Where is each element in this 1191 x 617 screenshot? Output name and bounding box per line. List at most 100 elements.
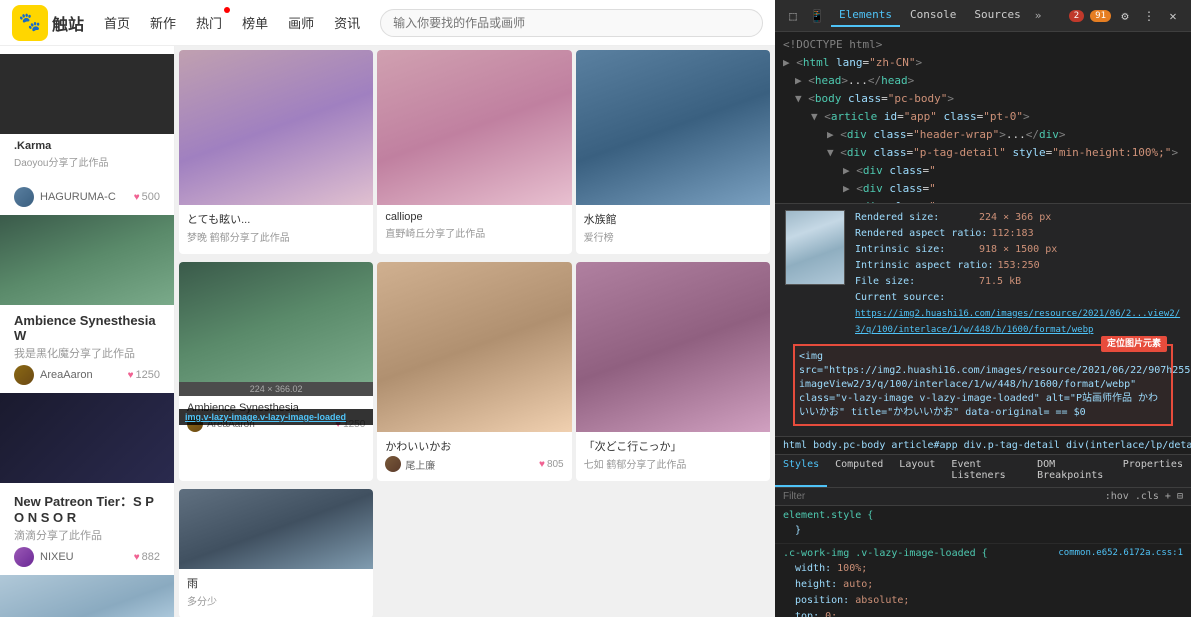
logo-icon: 🐾: [12, 5, 48, 41]
style-rule-height: height: auto;: [783, 577, 1183, 593]
dom-tree[interactable]: <!DOCTYPE html> ▶ <html lang="zh-CN"> ▶ …: [775, 32, 1191, 203]
devtools-body: <!DOCTYPE html> ▶ <html lang="zh-CN"> ▶ …: [775, 32, 1191, 617]
card-next-info: 「次どこ行こっか」 七如 鹤郁分享了此作品: [576, 432, 770, 481]
style-filter: :hov .cls + ⊟: [775, 488, 1191, 506]
card-1-info: とても眩い... 梦晚 鹤郁分享了此作品: [179, 205, 373, 254]
img-meta-intrinsic-ratio: Intrinsic aspect ratio: 153:250: [855, 258, 1181, 274]
dom-line-body[interactable]: ▼ <body class="pc-body">: [775, 90, 1191, 108]
card-2[interactable]: calliope 直野崎丘分享了此作品: [377, 50, 571, 254]
card-3-image: [576, 50, 770, 205]
img-tag-content: <img src="https://img2.huashi16.com/imag…: [799, 351, 1191, 418]
card-1[interactable]: とても眩い... 梦晚 鹤郁分享了此作品: [179, 50, 373, 254]
sidebar-ambience-image[interactable]: [0, 215, 174, 305]
sidebar-ambience-title: Ambience Synesthesia W: [14, 313, 160, 343]
card-kawaii[interactable]: かわいいかお 尾上廉 ♥ 805: [377, 262, 571, 481]
artist-avatar-area: [14, 365, 34, 385]
tab-console[interactable]: Console: [902, 4, 964, 27]
website-panel: 🐾 触站 首页 新作 热门 榜单 画师 资讯 .Karma Daoyou分享了此…: [0, 0, 775, 617]
sidebar-ambience-sub: 我是黑化魔分享了此作品: [14, 345, 160, 361]
img-meta-intrinsic-ratio-val: 153:250: [997, 258, 1039, 274]
nav-new[interactable]: 新作: [148, 9, 178, 36]
style-tab-layout[interactable]: Layout: [891, 455, 943, 487]
devtools-more-btn[interactable]: ⋮: [1139, 6, 1159, 26]
img-meta-intrinsic-ratio-label: Intrinsic aspect ratio:: [855, 258, 993, 274]
artist-name-haguruma: HAGURUMA-C: [40, 191, 116, 203]
style-filter-input[interactable]: [783, 491, 1099, 502]
devtools-device-btn[interactable]: 📱: [807, 6, 827, 26]
sidebar-item-nixeu[interactable]: New Patreon Tier：S P O N S O R 滴滴分享了此作品 …: [0, 483, 174, 575]
filter-pseudo[interactable]: :hov .cls + ⊟: [1105, 491, 1183, 502]
devtools-tabs: Elements Console Sources »: [831, 4, 1065, 27]
card-3-author: 爱行榜: [584, 229, 762, 244]
tab-elements[interactable]: Elements: [831, 4, 900, 27]
img-meta-source-link[interactable]: https://img2.huashi16.com/images/resourc…: [855, 306, 1181, 338]
sidebar-nixeu-image[interactable]: [0, 393, 174, 483]
nav-hot[interactable]: 热门: [194, 9, 224, 36]
dom-line-d1[interactable]: ▶ <div class=": [775, 162, 1191, 180]
style-rule-top: top: 0;: [783, 609, 1183, 617]
card-kawaii-info: かわいいかお 尾上廉 ♥ 805: [377, 432, 571, 478]
img-meta-intrinsic: Intrinsic size: 918 × 1500 px: [855, 242, 1181, 258]
nav-artist[interactable]: 画师: [286, 9, 316, 36]
like-count-nixeu: ♥ 882: [134, 551, 160, 563]
style-block-element: element.style { }: [775, 506, 1191, 544]
img-meta: Rendered size: 224 × 366 px Rendered asp…: [855, 210, 1181, 338]
dom-line-d2[interactable]: ▶ <div class=": [775, 180, 1191, 198]
devtools-inspect-btn[interactable]: ⬚: [783, 6, 803, 26]
style-tab-computed[interactable]: Computed: [827, 455, 891, 487]
style-source-loaded[interactable]: common.e652.6172a.css:1: [1058, 548, 1183, 561]
sidebar-qingxia-image[interactable]: [0, 575, 174, 617]
sidebar-karma-image[interactable]: [0, 54, 174, 134]
devtools-close-btn[interactable]: ✕: [1163, 6, 1183, 26]
sidebar-item-haguruma[interactable]: HAGURUMA-C ♥ 500: [0, 175, 174, 215]
img-preview: [785, 210, 845, 285]
img-meta-source: Current source:: [855, 290, 1181, 306]
devtools-tab-more[interactable]: »: [1031, 5, 1046, 26]
style-tab-styles[interactable]: Styles: [775, 455, 827, 487]
card-2-image: [377, 50, 571, 205]
style-rule-position: position: absolute;: [783, 593, 1183, 609]
nav-news[interactable]: 资讯: [332, 9, 362, 36]
style-tab-dom-bp[interactable]: DOM Breakpoints: [1029, 455, 1115, 487]
card-next[interactable]: 「次どこ行こっか」 七如 鹤郁分享了此作品: [576, 262, 770, 481]
highlight-box: 定位图片元素 <img src="https://img2.huashi16.c…: [793, 344, 1173, 426]
card-3[interactable]: 水族館 爱行榜: [576, 50, 770, 254]
style-tab-props[interactable]: Properties: [1115, 455, 1191, 487]
img-meta-rendered-label: Rendered size:: [855, 210, 975, 226]
card-next-image: [576, 262, 770, 432]
artist-name-nixeu: NIXEU: [40, 551, 74, 563]
logo[interactable]: 🐾 触站: [12, 5, 84, 41]
card-1-image: [179, 50, 373, 205]
dom-line-article[interactable]: ▼ <article id="app" class="pt-0">: [775, 108, 1191, 126]
dom-line-html[interactable]: ▶ <html lang="zh-CN">: [775, 54, 1191, 72]
logo-text: 触站: [52, 11, 84, 35]
main-content: .Karma Daoyou分享了此作品 HAGURUMA-C ♥ 500: [0, 46, 775, 617]
dom-line-doctype[interactable]: <!DOCTYPE html>: [775, 36, 1191, 54]
card-ambience[interactable]: img.v-lazy-image.v-lazy-image-loaded 224…: [179, 262, 373, 481]
style-block-loaded-header: .c-work-img .v-lazy-image-loaded { commo…: [783, 548, 1183, 561]
tab-sources[interactable]: Sources: [966, 4, 1028, 27]
dom-line-header-wrap[interactable]: ▶ <div class="header-wrap">...</div>: [775, 126, 1191, 144]
img-meta-source-label: Current source:: [855, 290, 975, 306]
nav-home[interactable]: 首页: [102, 9, 132, 36]
breadcrumb-bar: html body.pc-body article#app div.p-tag-…: [775, 436, 1191, 455]
sidebar-nixeu-sub: 滴滴分享了此作品: [14, 527, 160, 543]
sidebar-karma-sub: Daoyou分享了此作品: [0, 154, 174, 175]
dom-line-head[interactable]: ▶ <head>...</head>: [775, 72, 1191, 90]
devtools-settings-btn[interactable]: ⚙: [1115, 6, 1135, 26]
sidebar-karma-title: .Karma: [0, 134, 174, 154]
alert-warn: 91: [1090, 10, 1111, 22]
card-rain-image: [179, 489, 373, 569]
sidebar-item-ambience[interactable]: Ambience Synesthesia W 我是黑化魔分享了此作品 AreaA…: [0, 305, 174, 393]
nav-rank[interactable]: 榜单: [240, 9, 270, 36]
card-3-info: 水族館 爱行榜: [576, 205, 770, 254]
card-kawaii-avatar: [385, 456, 401, 472]
search-input[interactable]: [380, 9, 763, 37]
dom-line-ptag[interactable]: ▼ <div class="p-tag-detail" style="min-h…: [775, 144, 1191, 162]
style-tab-events[interactable]: Event Listeners: [943, 455, 1029, 487]
card-2-info: calliope 直野崎丘分享了此作品: [377, 205, 571, 250]
card-kawaii-title: かわいいかお: [385, 438, 563, 454]
card-rain[interactable]: 雨 多分少: [179, 489, 373, 617]
card-1-author: 梦晚 鹤郁分享了此作品: [187, 229, 365, 244]
artist-name-area: AreaAaron: [40, 369, 93, 381]
